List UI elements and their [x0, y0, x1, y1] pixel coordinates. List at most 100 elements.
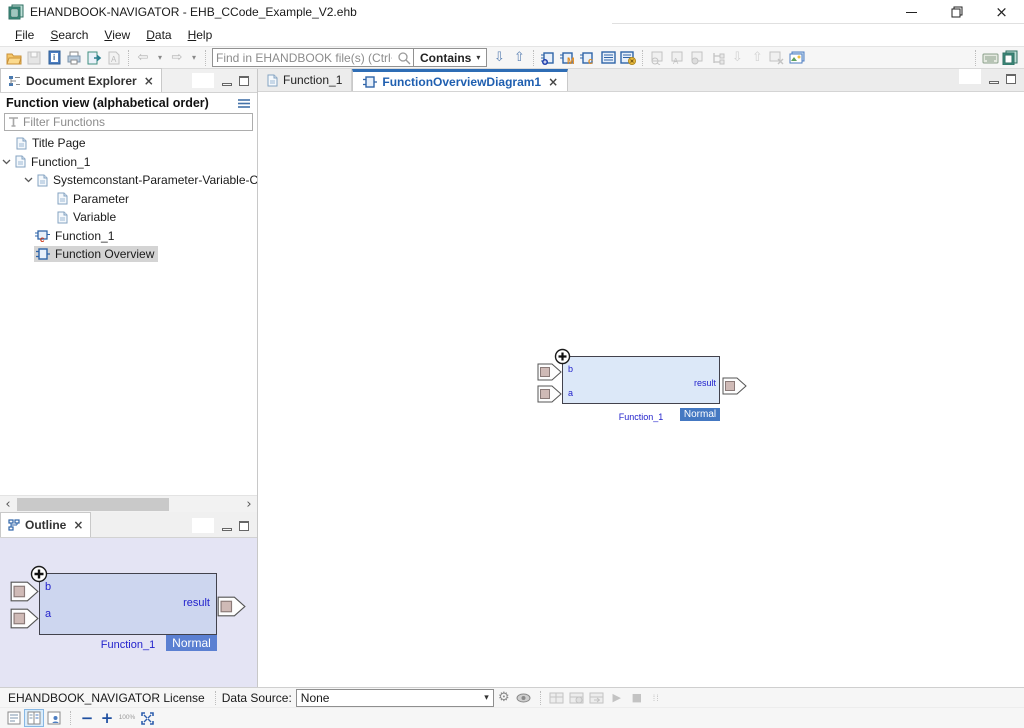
hierarchy-button[interactable] — [707, 48, 727, 68]
diagram-find-button[interactable]: A — [667, 48, 687, 68]
tree-item-variable[interactable]: Variable — [0, 208, 257, 227]
filter-functions-input[interactable] — [4, 113, 253, 131]
function-diagram-button[interactable] — [538, 48, 558, 68]
chevron-expanded-icon[interactable] — [24, 177, 33, 183]
scroll-right-icon[interactable]: › — [241, 497, 257, 512]
input-port-b[interactable] — [537, 363, 562, 381]
show-info-button[interactable]: i — [44, 48, 64, 68]
fit-to-screen-button[interactable] — [137, 709, 157, 727]
menu-search[interactable]: Search — [43, 26, 95, 44]
forward-history-dropdown[interactable]: ▾ — [187, 48, 201, 68]
menu-file[interactable]: File — [8, 26, 41, 44]
output-port-result[interactable] — [722, 377, 747, 395]
document-explorer-panel: Function view (alphabetical order) Title… — [0, 93, 257, 512]
scroll-left-icon[interactable]: ‹ — [0, 497, 16, 512]
panel-maximize-button[interactable] — [1006, 74, 1016, 84]
step-up-button[interactable]: ⇧ — [747, 48, 767, 68]
floppy-icon — [27, 51, 41, 65]
menu-help[interactable]: Help — [181, 26, 220, 44]
view-menu-icon[interactable] — [237, 98, 251, 109]
tab-function-overview-diagram[interactable]: FunctionOverviewDiagram1 × — [352, 69, 568, 91]
close-button[interactable]: × — [979, 0, 1024, 24]
svg-text:A: A — [111, 55, 117, 64]
outline-tab-strip: Outline × — [0, 512, 257, 538]
tree-item-function-overview[interactable]: Function Overview — [0, 245, 257, 264]
panel-minimize-button[interactable] — [222, 528, 232, 531]
stop-button[interactable]: ■ — [627, 689, 647, 707]
panel-minimize-button[interactable] — [222, 83, 232, 86]
play-button[interactable]: ▶ — [607, 689, 627, 707]
output-label-result: result — [130, 597, 210, 609]
close-icon[interactable]: × — [144, 74, 154, 88]
tree-item-function-1[interactable]: Function_1 — [0, 153, 257, 172]
title-bar: EHANDBOOK-NAVIGATOR - EHB_CCode_Example_… — [0, 0, 1024, 24]
tree-item-systemconstant[interactable]: Systemconstant-Parameter-Variable-Cl — [0, 171, 257, 190]
zoom-out-button[interactable]: − — [77, 709, 97, 727]
remove-diagram-button[interactable] — [767, 48, 787, 68]
contains-dropdown[interactable]: Contains▾ — [413, 49, 486, 66]
input-label-b: b — [568, 364, 573, 374]
restore-button[interactable] — [934, 0, 979, 24]
panel-minimize-button[interactable] — [989, 81, 999, 84]
print-button[interactable] — [64, 48, 84, 68]
chip-a-icon: A — [669, 51, 685, 65]
chevron-expanded-icon[interactable] — [2, 159, 11, 165]
find-next-button[interactable]: ⇩ — [489, 48, 509, 68]
copy-image-button[interactable] — [787, 48, 807, 68]
diagram-search-button[interactable] — [647, 48, 667, 68]
find-previous-button[interactable]: ⇧ — [509, 48, 529, 68]
output-port-result[interactable] — [217, 596, 246, 617]
eye-icon — [516, 693, 531, 703]
diagram-settings-button[interactable] — [687, 48, 707, 68]
close-icon[interactable]: × — [548, 75, 558, 89]
chip-m-icon: M — [560, 51, 576, 65]
close-icon[interactable]: × — [73, 518, 83, 532]
back-history-dropdown[interactable]: ▾ — [153, 48, 167, 68]
open-handbook-button[interactable] — [1000, 48, 1020, 68]
panel-maximize-button[interactable] — [239, 76, 249, 86]
tree-item-title-page[interactable]: Title Page — [0, 134, 257, 153]
experiment-button[interactable] — [547, 689, 567, 707]
menu-data[interactable]: Data — [139, 26, 178, 44]
list-view-button[interactable] — [598, 48, 618, 68]
statusbar-separator — [540, 691, 541, 705]
scrollbar-thumb[interactable] — [17, 498, 169, 511]
input-port-b[interactable] — [10, 581, 39, 602]
zoom-in-button[interactable]: + — [97, 709, 117, 727]
experiment-config-button[interactable] — [567, 689, 587, 707]
input-port-a[interactable] — [10, 608, 39, 629]
panel-maximize-button[interactable] — [239, 521, 249, 531]
find-calibration-button[interactable]: c — [578, 48, 598, 68]
step-down-button[interactable]: ⇩ — [727, 48, 747, 68]
navigate-forward-button[interactable]: ⇨ — [167, 48, 187, 68]
minimize-button[interactable] — [889, 0, 934, 24]
save-button[interactable] — [24, 48, 44, 68]
single-page-view-button[interactable] — [4, 709, 24, 727]
page-with-person-view-button[interactable] — [44, 709, 64, 727]
explorer-horizontal-scrollbar[interactable]: ‹ › — [0, 495, 257, 512]
menu-view[interactable]: View — [97, 26, 137, 44]
tree-item-function-1-code[interactable]: c Function_1 — [0, 227, 257, 246]
chip-x-icon — [769, 51, 785, 65]
find-measurement-button[interactable]: M — [558, 48, 578, 68]
visibility-button[interactable] — [514, 689, 534, 707]
export-button[interactable] — [84, 48, 104, 68]
data-source-combobox[interactable]: None ▾ — [296, 689, 494, 707]
close-list-button[interactable] — [618, 48, 638, 68]
input-port-a[interactable] — [537, 385, 562, 403]
tab-document-explorer[interactable]: Document Explorer × — [0, 68, 162, 92]
find-input[interactable] — [213, 50, 395, 65]
keyboard-shortcuts-button[interactable] — [980, 48, 1000, 68]
drag-grip[interactable]: ⁞⁞ — [653, 693, 660, 703]
settings-gear-button[interactable]: ⚙ — [494, 689, 514, 707]
export-pdf-button[interactable]: A — [104, 48, 124, 68]
experiment-export-button[interactable] — [587, 689, 607, 707]
tab-function-1[interactable]: Function_1 — [258, 69, 352, 91]
split-page-view-button[interactable] — [24, 709, 44, 727]
zoom-reset-button[interactable]: 100% — [117, 709, 137, 727]
tree-item-parameter[interactable]: Parameter — [0, 190, 257, 209]
tab-outline[interactable]: Outline × — [0, 512, 91, 537]
diagram-canvas[interactable]: b a result Function_1 Normal — [258, 92, 1024, 687]
navigate-back-button[interactable]: ⇦ — [133, 48, 153, 68]
open-file-button[interactable] — [4, 48, 24, 68]
